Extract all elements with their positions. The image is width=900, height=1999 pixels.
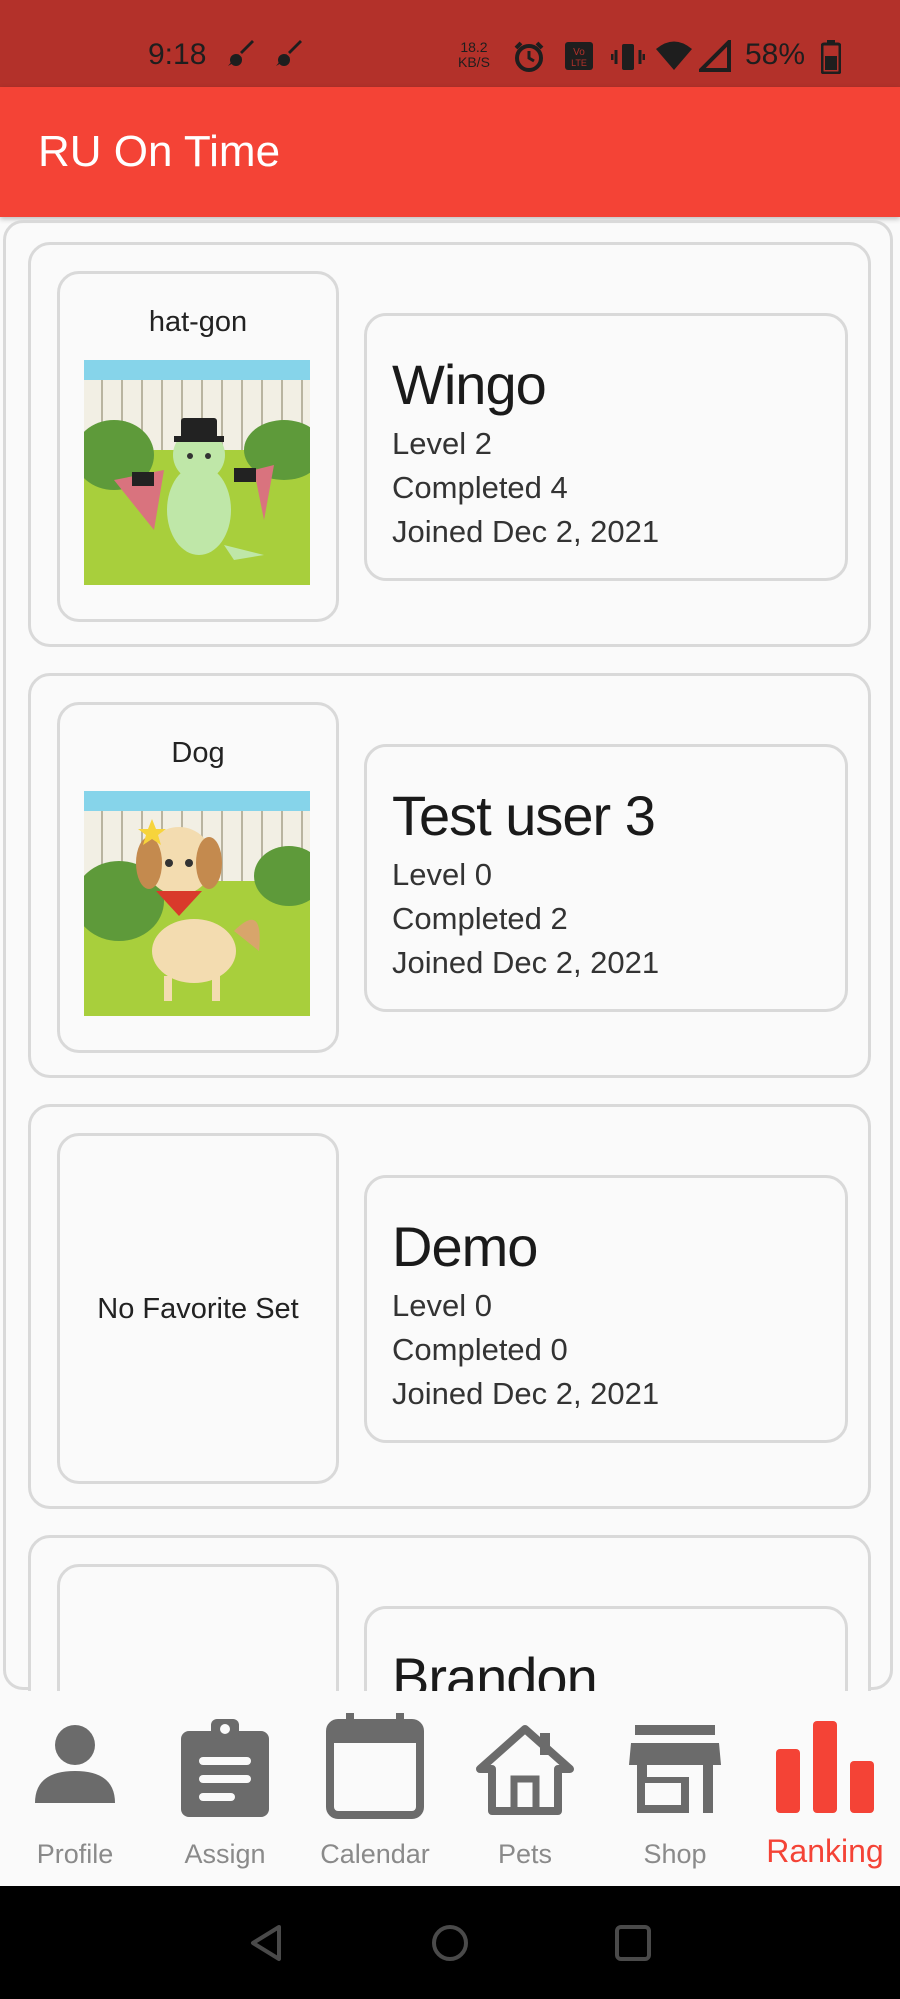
status-time: 9:18: [148, 38, 207, 71]
pet-image-dragon: [84, 360, 310, 585]
nav-calendar[interactable]: Calendar: [300, 1691, 450, 1886]
user-joined: Joined Dec 2, 2021: [392, 945, 660, 980]
wifi-icon: [655, 40, 693, 77]
user-info-box: Brandon: [364, 1606, 848, 1691]
status-bar: 9:18 18.2 KB/S Vo LTE 58%: [0, 0, 900, 87]
back-icon[interactable]: [247, 1923, 287, 1963]
user-name: Test user 3: [392, 784, 656, 847]
nav-pets-label: Pets: [497, 1839, 553, 1869]
user-name: Wingo: [392, 353, 547, 416]
user-info-box: Test user 3 Level 0 Completed 2 Joined D…: [364, 744, 848, 1012]
house-icon: [476, 1725, 574, 1815]
volte-icon: Vo LTE: [563, 40, 595, 77]
person-icon: [35, 1725, 115, 1803]
system-navigation-bar: [0, 1886, 900, 1999]
guitar-notification-icon: [224, 36, 258, 78]
user-level: Level 2: [392, 426, 492, 461]
user-info-box: Wingo Level 2 Completed 4 Joined Dec 2, …: [364, 313, 848, 581]
nav-assign[interactable]: Assign: [150, 1691, 300, 1886]
guitar-notification-icon-2: [272, 36, 306, 78]
nav-assign-label: Assign: [184, 1839, 266, 1869]
app-title: RU On Time: [38, 127, 281, 176]
vibrate-icon: [610, 40, 646, 79]
nav-pets[interactable]: Pets: [450, 1691, 600, 1886]
user-completed: Completed 4: [392, 470, 568, 505]
nav-shop-label: Shop: [643, 1839, 707, 1869]
pet-name: Dog: [171, 737, 225, 769]
favorite-pet-box: No Favorite Set: [57, 1133, 339, 1484]
bottom-navigation: Profile Assign Calendar Pets Shop Rankin…: [0, 1691, 900, 1886]
no-favorite-text: No Favorite Set: [97, 1293, 299, 1325]
network-speed: 18.2 KB/S: [458, 40, 490, 70]
home-icon[interactable]: [430, 1923, 470, 1963]
user-completed: Completed 2: [392, 901, 568, 936]
svg-text:Vo: Vo: [573, 47, 585, 58]
nav-shop[interactable]: Shop: [600, 1691, 750, 1886]
alarm-icon: [512, 40, 546, 79]
favorite-pet-box: [57, 1564, 339, 1691]
battery-percent: 58%: [745, 38, 806, 71]
ranking-card[interactable]: Brandon: [28, 1535, 871, 1691]
network-speed-value: 18.2: [460, 39, 488, 55]
user-joined: Joined Dec 2, 2021: [392, 514, 660, 549]
battery-icon: [820, 40, 842, 79]
nav-calendar-label: Calendar: [320, 1839, 430, 1869]
user-info-box: Demo Level 0 Completed 0 Joined Dec 2, 2…: [364, 1175, 848, 1443]
user-name: Demo: [392, 1215, 538, 1278]
pet-image-dog: [84, 791, 310, 1016]
ranking-card[interactable]: No Favorite Set Demo Level 0 Completed 0…: [28, 1104, 871, 1509]
user-joined: Joined Dec 2, 2021: [392, 1376, 660, 1411]
nav-profile-label: Profile: [36, 1839, 114, 1869]
svg-text:LTE: LTE: [571, 58, 587, 68]
signal-icon: [696, 37, 731, 77]
calendar-icon: [326, 1713, 424, 1819]
user-level: Level 0: [392, 857, 492, 892]
nav-ranking[interactable]: Ranking: [750, 1691, 900, 1886]
ranking-card[interactable]: Dog Test user 3 Level 0 Completed 2 Join…: [28, 673, 871, 1078]
user-level: Level 0: [392, 1288, 492, 1323]
pet-name: hat-gon: [148, 306, 248, 338]
user-name: Brandon: [392, 1646, 598, 1691]
favorite-pet-box: hat-gon: [57, 271, 339, 622]
store-icon: [629, 1725, 721, 1813]
nav-ranking-label: Ranking: [766, 1833, 884, 1869]
ranking-list[interactable]: hat-gon Wingo Level 2 Completed 4 Joined…: [0, 217, 900, 1691]
favorite-pet-box: Dog: [57, 702, 339, 1053]
user-completed: Completed 0: [392, 1332, 568, 1367]
app-bar: RU On Time: [0, 87, 900, 217]
network-speed-unit: KB/S: [458, 54, 490, 70]
bar-chart-icon: [776, 1721, 874, 1813]
nav-profile[interactable]: Profile: [0, 1691, 150, 1886]
recents-icon[interactable]: [613, 1923, 653, 1963]
clipboard-icon: [181, 1719, 269, 1817]
ranking-card[interactable]: hat-gon Wingo Level 2 Completed 4 Joined…: [28, 242, 871, 647]
